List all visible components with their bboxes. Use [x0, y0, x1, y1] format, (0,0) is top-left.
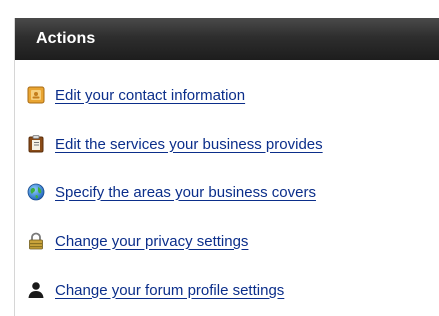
- action-item-forum: Change your forum profile settings: [26, 279, 284, 301]
- action-item-privacy: Change your privacy settings: [26, 230, 248, 252]
- action-item-areas: Specify the areas your business covers: [26, 181, 316, 203]
- panel-header: Actions: [15, 18, 439, 60]
- actions-panel: Actions Edit your contact information Ed…: [14, 18, 439, 316]
- clipboard-icon: [26, 134, 46, 154]
- edit-contact-info-link[interactable]: Edit your contact information: [55, 87, 245, 104]
- panel-title: Actions: [36, 30, 96, 47]
- globe-icon: [26, 182, 46, 202]
- lock-icon: [26, 231, 46, 251]
- user-silhouette-icon: [26, 280, 46, 300]
- contact-card-icon: [26, 85, 46, 105]
- action-item-services: Edit the services your business provides: [26, 133, 323, 155]
- specify-areas-link[interactable]: Specify the areas your business covers: [55, 184, 316, 201]
- change-privacy-link[interactable]: Change your privacy settings: [55, 233, 248, 250]
- change-forum-profile-link[interactable]: Change your forum profile settings: [55, 282, 284, 299]
- action-item-contact: Edit your contact information: [26, 84, 245, 106]
- edit-services-link[interactable]: Edit the services your business provides: [55, 136, 323, 153]
